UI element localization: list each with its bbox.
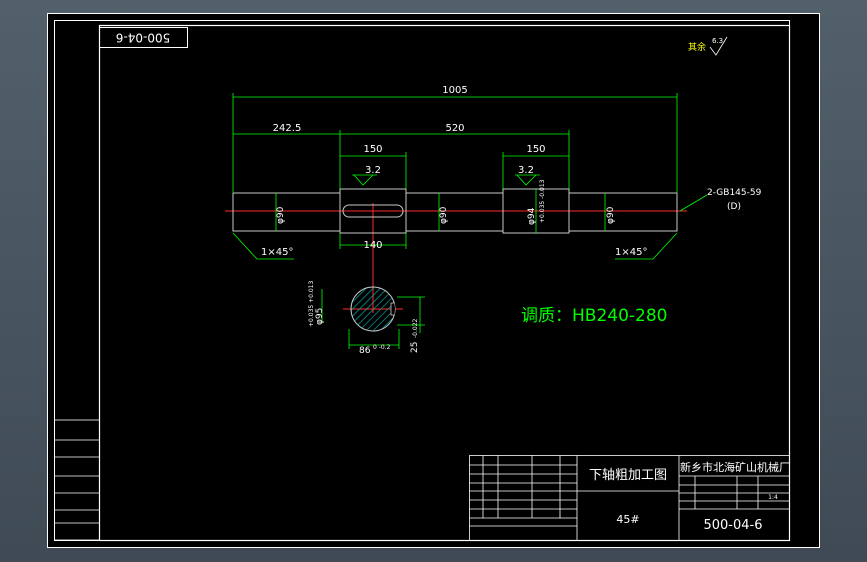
roughness-rest-value: 6.3 xyxy=(712,37,723,45)
dim-mid: 520 xyxy=(445,123,464,134)
dim-chamfer-right: 1×45° xyxy=(615,247,647,258)
shaft-section xyxy=(350,286,396,332)
scale: 1:4 xyxy=(768,494,778,501)
roughness-2: 3.2 xyxy=(518,165,534,176)
dim-dia3-tol: +0.035 -0.013 xyxy=(539,179,546,223)
section-dia-tol: +0.035 +0.013 xyxy=(308,281,315,327)
part-name: 下轴粗加工图 xyxy=(589,468,667,483)
section-width: 86 xyxy=(359,346,371,356)
dim-keyway: 140 xyxy=(363,240,382,251)
roughness-1: 3.2 xyxy=(365,165,381,176)
drawing-number: 500-04-6 xyxy=(703,518,762,533)
drawing-canvas: 500-04-6 其余 6.3 1005 242.5 520 150 150 3… xyxy=(47,13,820,548)
dim-dia2: φ90 xyxy=(439,206,449,224)
heat-treatment-note: 调质：HB240-280 xyxy=(521,306,667,326)
cad-viewport: 500-04-6 其余 6.3 1005 242.5 520 150 150 3… xyxy=(0,0,867,562)
dim-dia4: φ90 xyxy=(606,206,616,224)
section-key-tol: -0.022 xyxy=(412,318,419,338)
company-name: 新乡市北海矿山机械厂 xyxy=(680,460,790,474)
dim-left: 242.5 xyxy=(273,123,302,134)
left-side-table xyxy=(54,419,100,541)
dim-seg1: 150 xyxy=(363,144,382,155)
drawing-number-top: 500-04-6 xyxy=(116,31,170,45)
dim-dia3: φ94 xyxy=(527,207,537,225)
center-hole-spec: 2-GB145-59 xyxy=(707,188,762,198)
section-key: 25 xyxy=(410,342,420,353)
dim-chamfer-left: 1×45° xyxy=(261,247,293,258)
dim-dia1: φ90 xyxy=(276,206,286,224)
dim-overall: 1005 xyxy=(442,85,467,96)
drawing-sheet: 500-04-6 其余 6.3 1005 242.5 520 150 150 3… xyxy=(47,13,820,548)
material: 45# xyxy=(616,513,639,526)
roughness-rest-label: 其余 xyxy=(688,41,706,53)
dim-seg2: 150 xyxy=(526,144,545,155)
section-width-tol: 0 -0.2 xyxy=(373,344,391,351)
section-dia: φ95 xyxy=(315,308,325,325)
center-hole-sub: (D) xyxy=(727,202,741,212)
